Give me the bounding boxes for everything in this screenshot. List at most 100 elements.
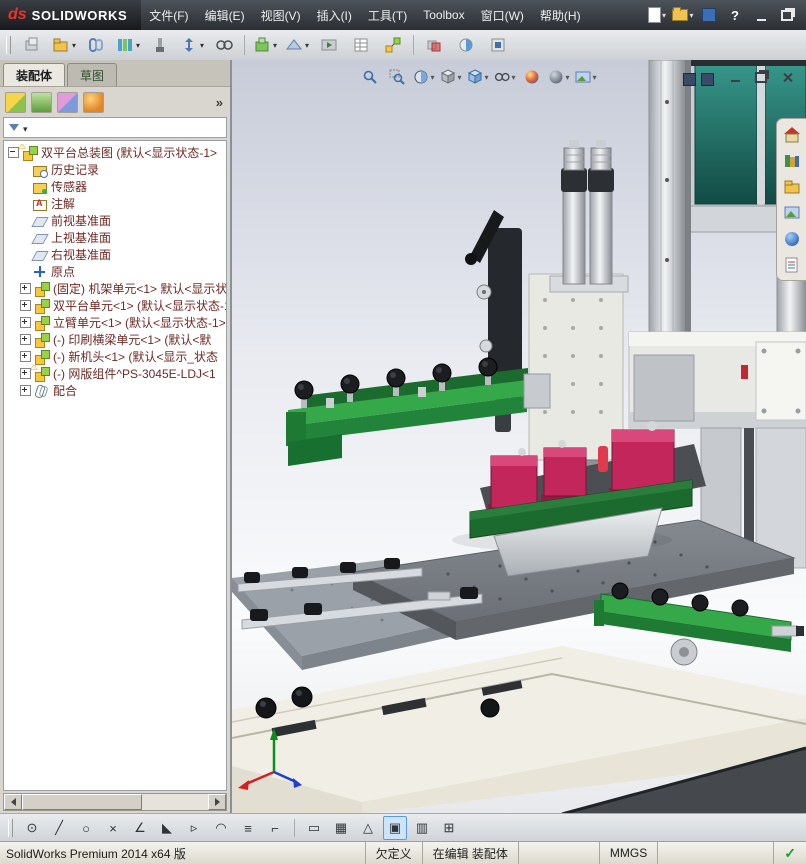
displaymanager-icon[interactable] <box>83 91 104 113</box>
custom-properties-button[interactable] <box>781 254 802 275</box>
view-palette-button[interactable] <box>781 202 802 223</box>
large-design-review-button[interactable] <box>483 32 513 58</box>
insert-components-button[interactable] <box>49 32 79 58</box>
expand-icon[interactable] <box>20 385 31 396</box>
menu-window[interactable]: 窗口(W) <box>473 2 532 29</box>
rectangle-tool-button[interactable]: ▭ <box>302 816 326 840</box>
tree-item-root[interactable]: 双平台总装图 (默认<显示状态-1> <box>4 144 226 161</box>
delete-tool-button[interactable]: × <box>101 816 125 840</box>
expand-icon[interactable] <box>20 300 31 311</box>
help-button[interactable] <box>724 5 746 25</box>
assembly-features-button[interactable] <box>250 32 280 58</box>
circle-tool-button[interactable]: ○ <box>74 816 98 840</box>
exploded-view-button[interactable] <box>378 32 408 58</box>
component-pattern-button[interactable] <box>113 32 143 58</box>
reference-geometry-button[interactable] <box>282 32 312 58</box>
arc-tool-button[interactable]: ◠ <box>209 816 233 840</box>
menu-edit[interactable]: 编辑(E) <box>197 2 253 29</box>
menu-tools[interactable]: 工具(T) <box>360 2 415 29</box>
tree-item-top-plane[interactable]: 上视基准面 <box>4 229 226 246</box>
instant3d-button[interactable] <box>451 32 481 58</box>
polygon-tool-button[interactable]: △ <box>356 816 380 840</box>
file-explorer-button[interactable] <box>781 176 802 197</box>
menu-view[interactable]: 视图(V) <box>253 2 309 29</box>
next-document-icon[interactable] <box>701 73 714 86</box>
doc-restore-button[interactable] <box>752 69 770 85</box>
menu-file[interactable]: 文件(F) <box>141 2 196 29</box>
view-orientation-button[interactable] <box>439 66 463 88</box>
featuremanager-tree-icon[interactable] <box>5 91 26 113</box>
open-button[interactable] <box>672 5 694 25</box>
menu-insert[interactable]: 插入(I) <box>309 2 360 29</box>
zoom-area-button[interactable] <box>385 66 409 88</box>
tree-item-new-head[interactable]: (-) 新机头<1> (默认<显示_状态 <box>4 348 226 365</box>
tree-item-sensors[interactable]: 传感器 <box>4 178 226 195</box>
grid-tool-button[interactable]: ▦ <box>329 816 353 840</box>
tree-item-right-plane[interactable]: 右视基准面 <box>4 246 226 263</box>
centerline-tool-button[interactable]: ≡ <box>236 816 260 840</box>
minimize-window-button[interactable] <box>750 5 772 25</box>
scrollbar-thumb[interactable] <box>22 794 142 810</box>
doc-close-button[interactable] <box>778 69 796 85</box>
toolbar-grip[interactable] <box>8 819 13 837</box>
scrollbar-track[interactable] <box>22 794 208 810</box>
solidworks-resources-button[interactable] <box>781 124 802 145</box>
configurationmanager-icon[interactable] <box>57 91 78 113</box>
bom-button[interactable] <box>346 32 376 58</box>
doc-minimize-button[interactable] <box>726 69 744 85</box>
viewport-3d-model[interactable] <box>232 60 806 814</box>
view-settings-button[interactable] <box>574 66 598 88</box>
model-crossbeam[interactable] <box>628 331 806 429</box>
tree-item-origin[interactable]: 原点 <box>4 263 226 280</box>
section-grid-tool-button[interactable]: ⊞ <box>437 816 461 840</box>
edit-appearance-button[interactable] <box>520 66 544 88</box>
tree-item-screen-assembly[interactable]: (-) 网版组件^PS-3045E-LDJ<1 <box>4 365 226 382</box>
edit-component-button[interactable] <box>17 32 47 58</box>
previous-document-icon[interactable] <box>683 73 696 86</box>
tree-item-frame-unit[interactable]: (固定) 机架单元<1> 默认<显示状 <box>4 280 226 297</box>
tab-assembly[interactable]: 装配体 <box>3 63 66 86</box>
toolbar-grip[interactable] <box>6 36 11 54</box>
expand-icon[interactable] <box>20 351 31 362</box>
show-hidden-components-button[interactable] <box>209 32 239 58</box>
propertymanager-icon[interactable] <box>31 91 52 113</box>
angle-dimension-tool-button[interactable]: ∠ <box>128 816 152 840</box>
expand-icon[interactable] <box>20 317 31 328</box>
fillet-tool-button[interactable]: ◣ <box>155 816 179 840</box>
wireframe-view-tool-button[interactable]: ▥ <box>410 816 434 840</box>
point-tool-button[interactable]: ⊙ <box>20 816 44 840</box>
zoom-fit-button[interactable] <box>358 66 382 88</box>
tree-filter[interactable] <box>3 117 227 138</box>
tree-item-history[interactable]: 历史记录 <box>4 161 226 178</box>
design-library-button[interactable] <box>781 150 802 171</box>
tab-sketch[interactable]: 草图 <box>67 63 118 86</box>
convert-entities-tool-button[interactable]: ▹ <box>182 816 206 840</box>
units-selector[interactable]: MMGS <box>598 842 657 864</box>
line-tool-button[interactable]: ╱ <box>47 816 71 840</box>
tree-item-annotations[interactable]: 注解 <box>4 195 226 212</box>
smart-fasteners-button[interactable] <box>145 32 175 58</box>
overflow-chevron[interactable]: » <box>216 95 225 110</box>
display-style-button[interactable] <box>466 66 490 88</box>
expand-icon[interactable] <box>20 334 31 345</box>
interference-detection-button[interactable] <box>419 32 449 58</box>
motion-study-button[interactable] <box>314 32 344 58</box>
restore-window-button[interactable] <box>776 5 798 25</box>
tree-item-mates[interactable]: 配合 <box>4 382 226 399</box>
appearances-button[interactable] <box>781 228 802 249</box>
expand-icon[interactable] <box>20 283 31 294</box>
tree-item-dual-platform-unit[interactable]: 双平台单元<1> (默认<显示状态-1 <box>4 297 226 314</box>
scroll-right-button[interactable] <box>208 794 226 810</box>
tree-item-column-unit[interactable]: 立臂单元<1> (默认<显示状态-1>) <box>4 314 226 331</box>
scroll-left-button[interactable] <box>4 794 22 810</box>
apply-scene-button[interactable] <box>547 66 571 88</box>
section-view-button[interactable] <box>412 66 436 88</box>
offset-tool-button[interactable]: ⌐ <box>263 816 287 840</box>
menu-help[interactable]: 帮助(H) <box>532 2 589 29</box>
mate-button[interactable] <box>81 32 111 58</box>
tree-item-print-beam-unit[interactable]: (-) 印刷横梁单元<1> (默认<默 <box>4 331 226 348</box>
menu-toolbox[interactable]: Toolbox <box>415 3 472 27</box>
new-document-button[interactable] <box>646 5 668 25</box>
graphics-viewport[interactable] <box>232 60 806 814</box>
save-button[interactable] <box>698 5 720 25</box>
